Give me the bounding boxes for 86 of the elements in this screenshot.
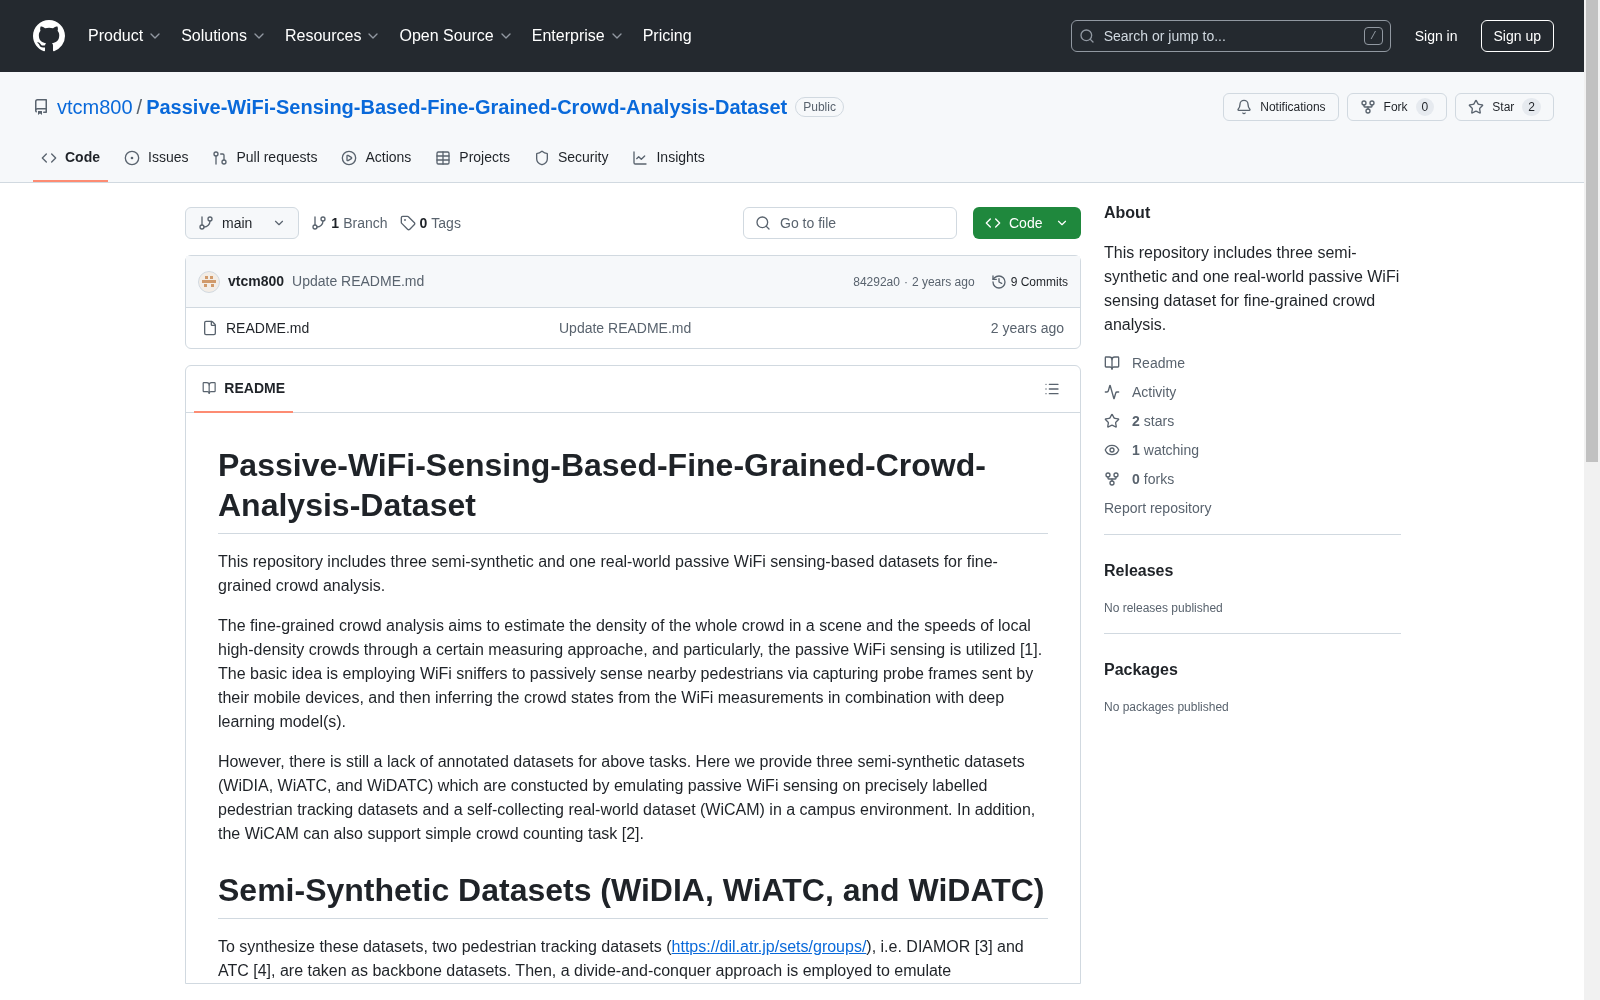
shortcut-key: / [1364,27,1383,45]
file-name-link[interactable]: README.md [226,317,559,339]
repo-tab[interactable]: Security [525,135,617,182]
notifications-button[interactable]: Notifications [1223,93,1339,121]
branch-icon [311,215,328,231]
about-link[interactable]: Readme [1104,353,1401,373]
repo-icon [33,99,49,115]
pull-request-icon [212,149,229,166]
owner-link[interactable]: vtcm800 [57,92,133,122]
circle-dot-icon [124,149,140,166]
about-heading: About [1104,203,1152,223]
shield-icon [533,149,550,166]
nav-menu-item[interactable]: Solutions [181,24,267,48]
about-link[interactable]: 1 watching [1104,440,1401,460]
about-link[interactable]: 2 stars [1104,411,1401,431]
commits-link[interactable]: 9 Commits [990,272,1068,291]
nav-menu-item[interactable]: Open Source [399,24,514,48]
tag-icon [399,215,416,231]
fork-icon [1104,471,1120,487]
fork-button[interactable]: Fork 0 [1346,93,1448,121]
releases-empty-text: No releases published [1104,600,1224,617]
code-icon [985,215,1001,231]
repo-tab[interactable]: Actions [333,135,420,182]
star-icon [1468,99,1485,115]
tags-link[interactable]: 0 Tags [399,212,461,234]
outline-icon[interactable] [1044,381,1060,397]
about-link[interactable]: 0 forks [1104,469,1401,489]
commit-time: 2 years ago [911,273,975,291]
readme-paragraph: The fine-grained crowd analysis aims to estimate the density of the whole crowd in a scene and the speeds of local high-density crowds through a certain measuring approache, and particularly, the passive WiFi sensing is utilized [1]. The basic idea is employing WiFi sniffers to passively sense nearby pedestrians via capturing probe frames sent by their mobile devices, and then inferring the crowd states from the WiFi measurements in combination with deep learning model(s). [218,616,1044,732]
report-link[interactable]: Report repository [1104,498,1401,518]
releases-heading[interactable]: Releases [1104,559,1401,583]
commit-message[interactable]: Update README.md [292,271,425,292]
repo-tab[interactable]: Insights [624,135,713,182]
readme-paragraph: To synthesize these datasets, two pedestrian tracking datasets (https://dil.atr.jp/sets/groups/), i.e. DIAMOR [3] and ATC [4], are taken as backbone datasets. Then, a divide-and-conquer approach is employed to emulate [218,937,1025,981]
scrollbar[interactable] [1584,0,1600,1000]
path-separator: / [136,95,143,120]
about-link[interactable]: Activity [1104,382,1401,402]
avatar-icon [198,270,220,293]
dot-separator: · [903,273,908,291]
file-commit-message[interactable]: Update README.md [559,317,692,339]
fork-icon [1359,99,1376,115]
repo-name-link[interactable]: Passive-WiFi-Sensing-Based-Fine-Grained-Crowd-Analysis-Dataset [146,92,788,122]
file-time: 2 years ago [990,318,1064,338]
readme-tab[interactable]: README [194,365,293,413]
nav-menu-item[interactable]: Enterprise [531,24,625,48]
search-icon [1078,28,1095,44]
branches-link[interactable]: 1 Branch [311,212,388,234]
packages-heading[interactable]: Packages [1104,658,1401,682]
eye-icon [1104,442,1120,458]
star-button[interactable]: Star 2 [1455,93,1554,121]
repo-tab[interactable]: Code [33,135,108,182]
star-count: 2 [1522,98,1541,116]
readme-heading: Semi-Synthetic Datasets (WiDIA, WiATC, and WiDATC) [218,870,1048,919]
book-icon [202,380,217,396]
sign-in-link[interactable]: Sign in [1414,25,1458,47]
star-icon [1104,413,1120,429]
search-icon [755,215,771,231]
nav-menu-item[interactable]: Resources [284,24,382,48]
repo-tab[interactable]: Projects [427,135,518,182]
repo-tab[interactable]: Issues [116,135,197,182]
branch-icon [198,215,214,231]
commit-hash[interactable]: 84292a0 [853,272,900,291]
history-icon [990,273,1007,290]
branch-dropdown[interactable]: main [185,207,300,239]
chart-icon [632,149,649,166]
nav-menu-item[interactable]: Product [88,24,164,48]
sign-up-button[interactable]: Sign up [1480,20,1554,52]
code-button[interactable]: Code [973,207,1081,239]
about-description: This repository includes three semi-synthetic and one real-world passive WiFi sensing dataset for fine-grained crowd analysis. [1104,243,1401,335]
pulse-icon [1104,384,1120,400]
readme-paragraph: However, there is still a lack of annotated datasets for above tasks. Here we provide three semi-synthetic datasets (WiDIA, WiATC, and WiDATC) which are constucted by emulating passive WiFi sensing on precisely labelled pedestrian tracking datasets and a self-collecting real-world dataset (WiCAM) in a campus environment. In addition, the WiCAM can also support simple crowd counting task [2]. [218,752,1037,844]
nav-menu-item[interactable]: Pricing [642,24,692,48]
file-icon [202,320,218,336]
go-to-file-field[interactable]: Go to file [743,207,957,239]
dataset-link[interactable]: https://dil.atr.jp/sets/groups/ [671,938,867,955]
logo-icon[interactable] [33,20,65,52]
repo-tab[interactable]: Pull requests [204,135,326,182]
packages-empty-text: No packages published [1104,699,1230,716]
play-icon [341,149,358,166]
bell-icon [1236,99,1253,115]
fork-count: 0 [1415,98,1435,116]
table-icon [435,149,452,166]
commit-author[interactable]: vtcm800 [228,271,285,292]
readme-paragraph: This repository includes three semi-synthetic and one real-world passive WiFi sensing-based datasets for fine-grained crowd analysis. [218,552,999,596]
readme-title: Passive-WiFi-Sensing-Based-Fine-Grained-Crowd-Analysis-Dataset [218,445,1048,534]
book-icon [1104,355,1120,371]
